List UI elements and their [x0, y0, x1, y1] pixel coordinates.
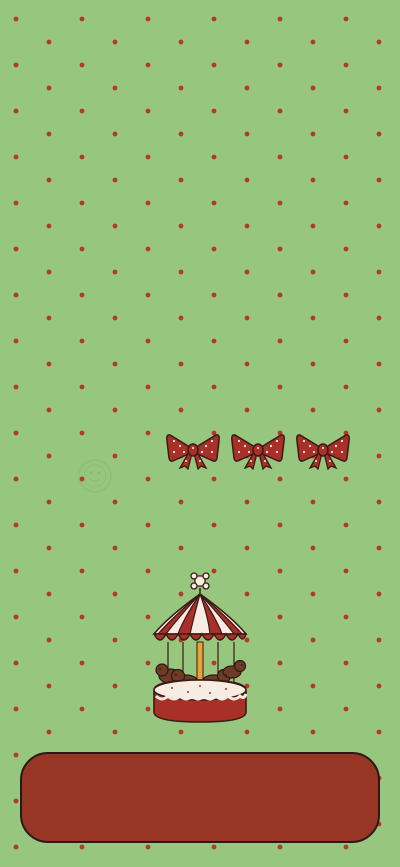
polka-dot-bow-icon — [296, 434, 350, 470]
polka-dot-bow-icon — [231, 434, 285, 470]
dock-panel[interactable] — [20, 752, 380, 843]
puppy-carousel-icon — [152, 572, 248, 723]
polka-dot-bow-icon — [166, 434, 220, 470]
faint-stamp-icon — [78, 459, 112, 493]
